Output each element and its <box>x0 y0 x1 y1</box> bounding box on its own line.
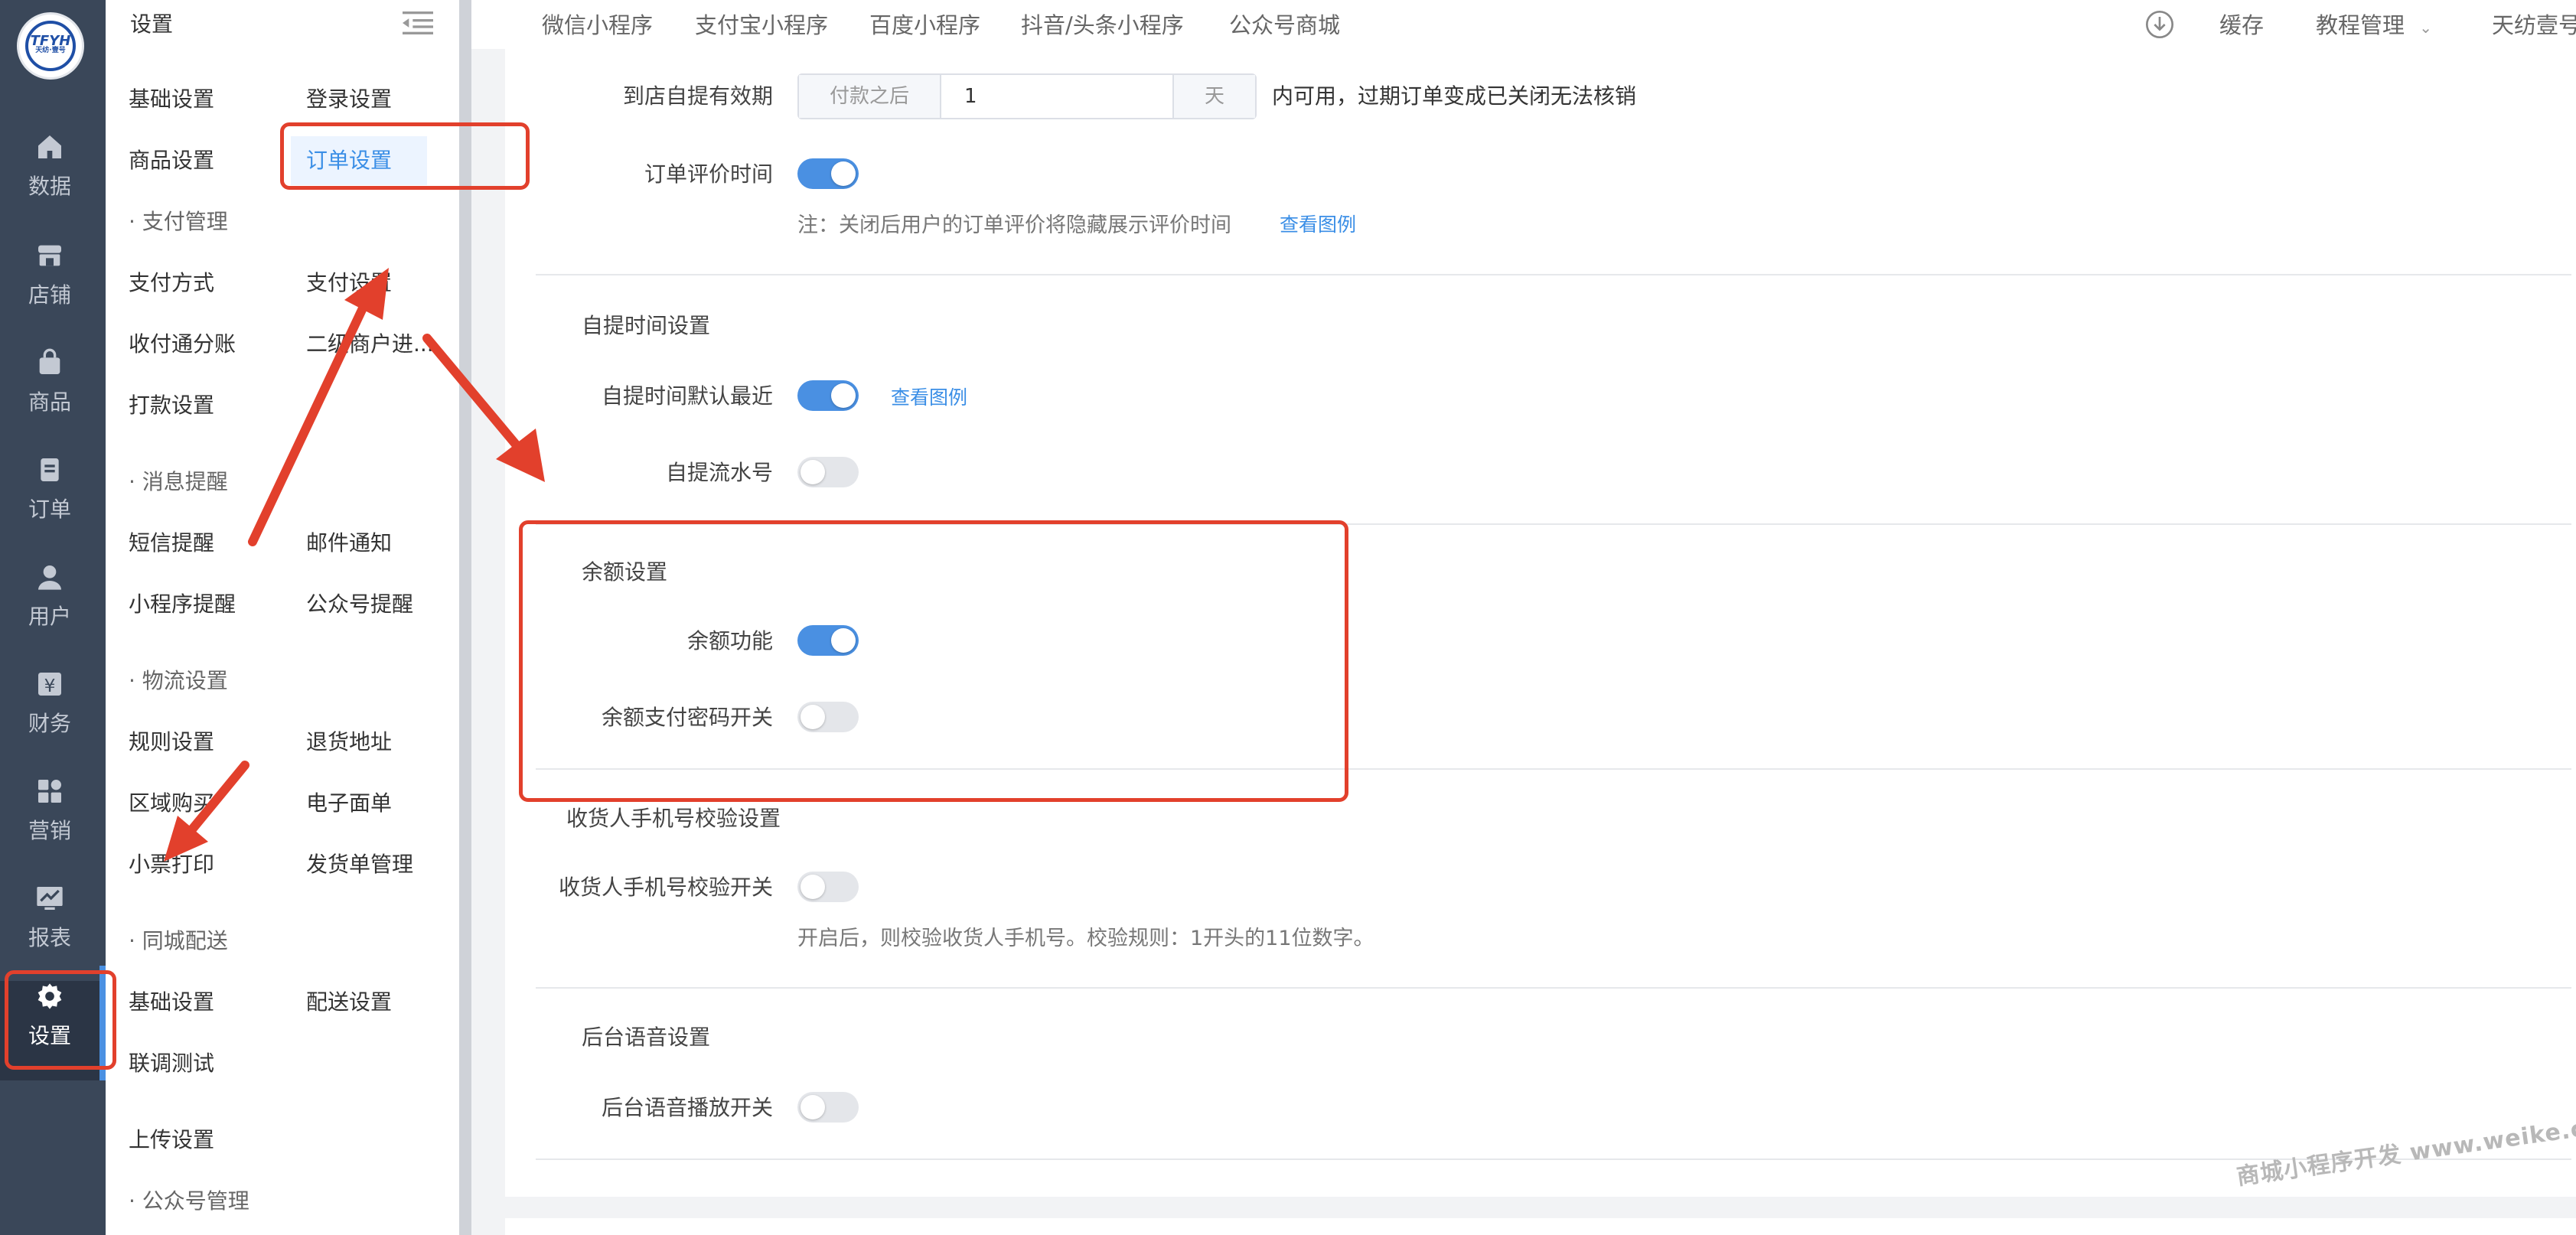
tutorial-menu[interactable]: 教程管理 ⌄ <box>2316 8 2432 40</box>
rail-item-finance[interactable]: ¥ 财务 <box>0 669 99 768</box>
pickup-validity-prepend: 付款之后 <box>799 75 941 118</box>
brand-logo[interactable]: TFYH 天纺·壹号 <box>17 12 84 80</box>
submenu-item-return-address[interactable]: 退货地址 <box>306 718 392 767</box>
submenu-item-basic[interactable]: 基础设置 <box>129 75 214 124</box>
rail-label: 报表 <box>28 925 71 950</box>
rail-label: 商品 <box>28 389 71 415</box>
pickup-validity-unit: 天 <box>1172 75 1255 118</box>
highlight-balance-section <box>519 520 1348 802</box>
submenu-group-logistics: · 物流设置 <box>129 668 228 693</box>
submenu-title: 设置 <box>130 11 174 37</box>
highlight-settings-rail <box>5 970 116 1070</box>
submenu-group-payment: · 支付管理 <box>129 209 228 234</box>
rail-label: 用户 <box>28 604 71 629</box>
voice-play-label: 后台语音播放开关 <box>601 1095 773 1120</box>
divider <box>536 987 2571 989</box>
phone-check-note: 开启后，则校验收货人手机号。校验规则：1开头的11位数字。 <box>797 927 1374 950</box>
submenu-item-joint-test[interactable]: 联调测试 <box>129 1039 214 1088</box>
chart-icon <box>37 887 63 910</box>
rail-item-user[interactable]: 用户 <box>0 562 99 661</box>
submenu-item-split-pay[interactable]: 收付通分账 <box>129 320 236 369</box>
tab-baidu-mini[interactable]: 百度小程序 <box>869 8 980 40</box>
rail-label: 营销 <box>28 818 71 843</box>
review-time-note: 注：关闭后用户的订单评价将隐藏展示评价时间 <box>797 213 1231 237</box>
pickup-default-recent-label: 自提时间默认最近 <box>601 383 773 409</box>
download-icon[interactable] <box>2144 9 2175 40</box>
collapse-menu-icon[interactable] <box>403 9 433 37</box>
pickup-validity-suffix: 内可用，过期订单变成已关闭无法核销 <box>1272 83 1637 109</box>
pickup-default-recent-toggle[interactable] <box>797 380 859 411</box>
next-card-edge <box>505 1218 2576 1235</box>
submenu-item-delivery-settings[interactable]: 配送设置 <box>306 978 392 1027</box>
pickup-serial-toggle[interactable] <box>797 457 859 487</box>
logo-text: 天纺·壹号 <box>35 47 66 54</box>
store-icon <box>38 245 61 266</box>
tab-douyin-mini[interactable]: 抖音/头条小程序 <box>1021 8 1184 40</box>
divider <box>536 274 2571 275</box>
pickup-default-example-link[interactable]: 查看图例 <box>891 383 967 410</box>
phone-check-label: 收货人手机号校验开关 <box>558 875 773 900</box>
yen-icon: ¥ <box>38 673 61 696</box>
voice-section-title: 后台语音设置 <box>582 1025 711 1050</box>
logo-mark: TFYH 天纺·壹号 <box>25 21 76 71</box>
submenu-item-sub-merchant[interactable]: 二级商户进... <box>306 320 444 369</box>
tutorial-label: 教程管理 <box>2316 12 2405 38</box>
submenu-item-shipping-list[interactable]: 发货单管理 <box>306 840 413 889</box>
phone-check-toggle[interactable] <box>797 872 859 902</box>
submenu-item-waybill[interactable]: 电子面单 <box>306 779 392 828</box>
bag-icon <box>39 348 60 374</box>
phone-check-section-title: 收货人手机号校验设置 <box>566 806 781 831</box>
top-nav: 微信小程序 支付宝小程序 百度小程序 抖音/头条小程序 公众号商城 缓存 教程管… <box>471 0 2576 49</box>
submenu-item-receipt-print[interactable]: 小票打印 <box>129 840 214 889</box>
review-time-example-link[interactable]: 查看图例 <box>1280 210 1356 237</box>
cache-button[interactable]: 缓存 <box>2219 8 2264 40</box>
chevron-down-icon: ⌄ <box>2419 18 2432 37</box>
submenu-item-rules[interactable]: 规则设置 <box>129 718 214 767</box>
grid-icon <box>38 780 61 803</box>
submenu-item-pay-settings[interactable]: 支付设置 <box>306 259 392 308</box>
submenu-item-email[interactable]: 邮件通知 <box>306 519 392 568</box>
submenu-item-sms[interactable]: 短信提醒 <box>129 519 214 568</box>
rail-item-data[interactable]: 数据 <box>0 132 99 231</box>
rail-item-store[interactable]: 店铺 <box>0 240 99 340</box>
submenu-item-pay-method[interactable]: 支付方式 <box>129 259 214 308</box>
order-icon <box>41 458 59 481</box>
submenu-group-local-delivery: · 同城配送 <box>129 928 228 953</box>
rail-item-order[interactable]: 订单 <box>0 455 99 554</box>
pickup-validity-input-group: 付款之后 1 天 <box>797 73 1257 119</box>
pickup-serial-label: 自提流水号 <box>665 460 773 485</box>
tab-alipay-mini[interactable]: 支付宝小程序 <box>695 8 828 40</box>
rail-item-report[interactable]: 报表 <box>0 883 99 982</box>
voice-play-toggle[interactable] <box>797 1092 859 1123</box>
submenu-item-delivery-basic[interactable]: 基础设置 <box>129 978 214 1027</box>
review-time-toggle[interactable] <box>797 158 859 189</box>
account-menu[interactable]: 天纺壹号 <box>2492 8 2576 40</box>
submenu-group-notify: · 消息提醒 <box>129 469 228 494</box>
user-icon <box>38 565 61 590</box>
svg-text:¥: ¥ <box>44 675 56 696</box>
submenu-item-upload[interactable]: 上传设置 <box>129 1116 214 1165</box>
highlight-order-settings <box>280 122 530 190</box>
rail-label: 订单 <box>28 497 71 522</box>
rail-label: 店铺 <box>28 282 71 308</box>
submenu-item-goods[interactable]: 商品设置 <box>129 136 214 185</box>
tab-wechat-mini[interactable]: 微信小程序 <box>542 8 653 40</box>
submenu-item-mini-notify[interactable]: 小程序提醒 <box>129 580 236 629</box>
submenu-item-region[interactable]: 区域购买 <box>129 779 214 828</box>
pickup-validity-label: 到店自提有效期 <box>622 83 773 109</box>
rail-item-marketing[interactable]: 营销 <box>0 776 99 875</box>
pickup-validity-days-input[interactable]: 1 <box>941 75 1172 118</box>
submenu-item-payout[interactable]: 打款设置 <box>129 381 214 430</box>
rail-label: 数据 <box>28 174 71 199</box>
rail-item-goods[interactable]: 商品 <box>0 347 99 447</box>
pickup-time-section-title: 自提时间设置 <box>582 313 711 338</box>
tab-mp-mall[interactable]: 公众号商城 <box>1229 8 1340 40</box>
submenu-item-login[interactable]: 登录设置 <box>306 75 392 124</box>
submenu-item-mp-notify[interactable]: 公众号提醒 <box>306 580 413 629</box>
submenu-group-mp: · 公众号管理 <box>129 1188 249 1214</box>
rail-label: 财务 <box>28 711 71 736</box>
home-icon <box>38 135 61 158</box>
